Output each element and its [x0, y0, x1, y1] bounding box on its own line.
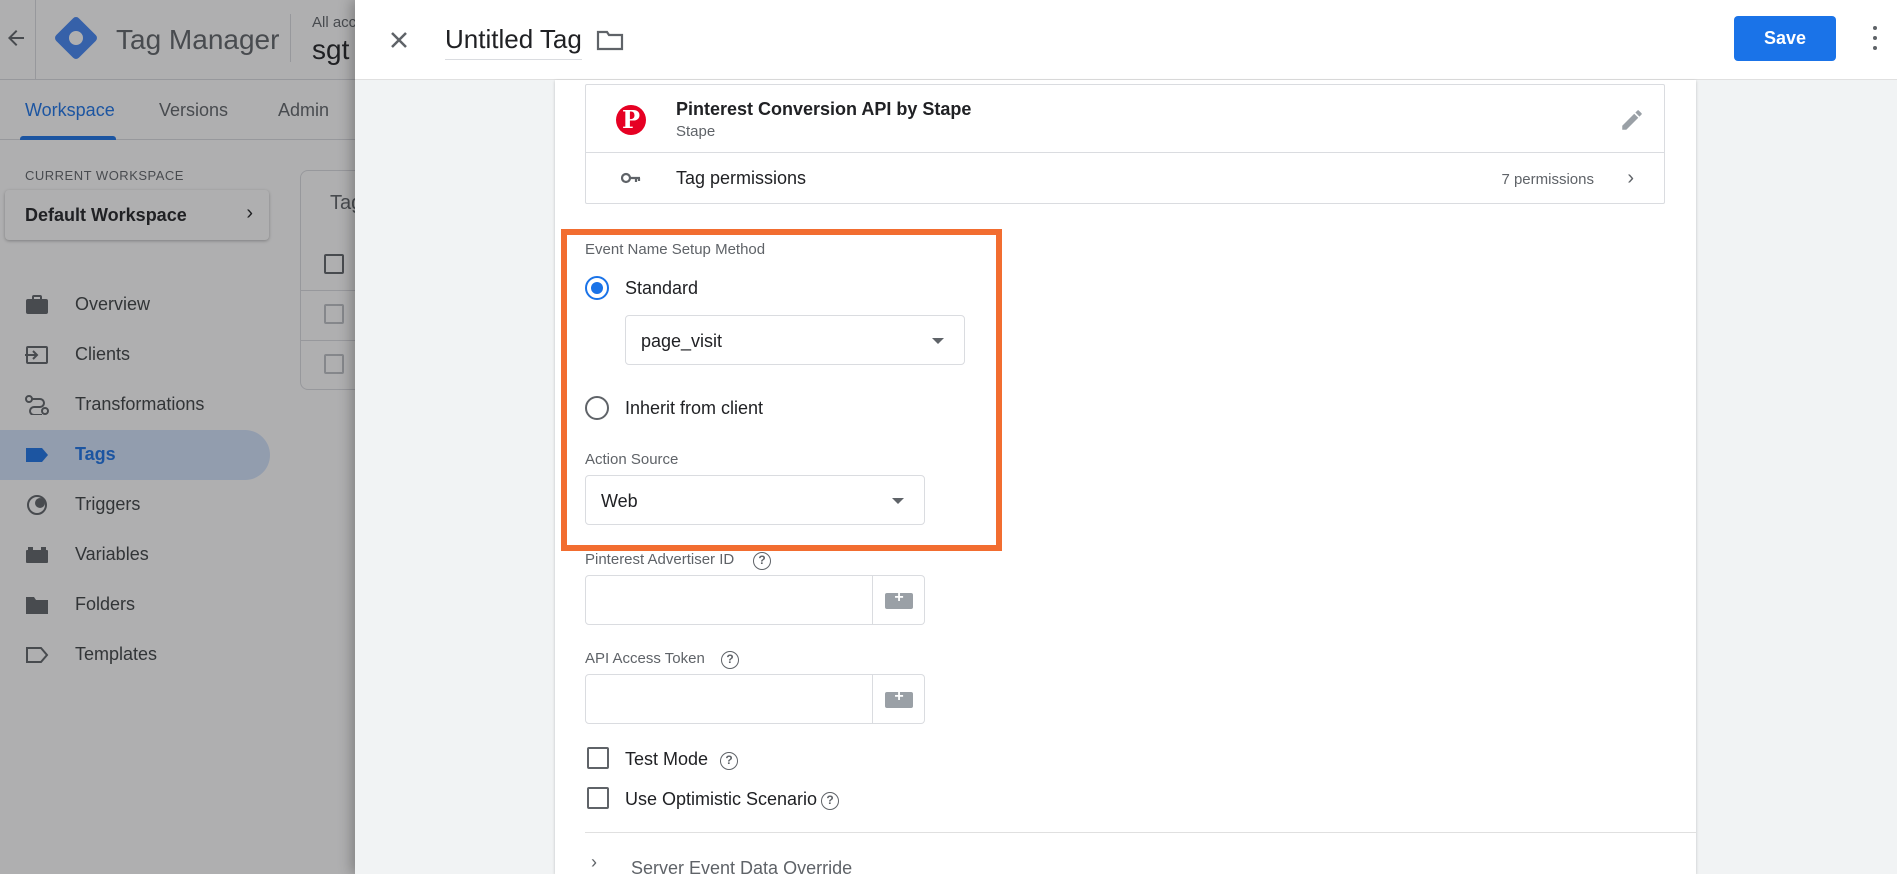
insert-variable-button[interactable]	[873, 575, 925, 625]
close-icon[interactable]	[381, 22, 417, 58]
dropdown-arrow-icon	[932, 338, 944, 344]
tag-name-input[interactable]: Untitled Tag	[445, 24, 582, 60]
template-author: Stape	[676, 123, 716, 140]
pencil-edit-icon[interactable]	[1619, 107, 1645, 133]
action-source-select[interactable]: Web	[585, 475, 925, 525]
advertiser-id-label: Pinterest Advertiser ID	[585, 551, 735, 568]
server-event-override-section[interactable]: Server Event Data Override	[631, 858, 852, 874]
advertiser-id-input[interactable]	[585, 575, 873, 625]
insert-variable-button[interactable]	[873, 674, 925, 724]
radio-standard[interactable]	[585, 276, 609, 300]
standard-event-value: page_visit	[641, 331, 723, 351]
tag-editor-sheet: Untitled Tag Save P Pinterest Conversion…	[355, 0, 1897, 874]
test-mode-checkbox[interactable]	[587, 747, 609, 769]
action-source-label: Action Source	[585, 451, 679, 468]
api-token-input[interactable]	[585, 674, 873, 724]
tag-configuration-panel: P Pinterest Conversion API by Stape Stap…	[555, 80, 1696, 874]
sheet-header: Untitled Tag Save	[355, 0, 1897, 80]
radio-inherit-from-client[interactable]	[585, 396, 609, 420]
help-icon[interactable]: ?	[720, 752, 738, 770]
optimistic-scenario-checkbox[interactable]	[587, 787, 609, 809]
standard-event-select[interactable]: page_visit	[625, 315, 965, 365]
test-mode-label[interactable]: Test Mode	[625, 749, 708, 770]
action-source-value: Web	[601, 491, 638, 511]
optimistic-scenario-label[interactable]: Use Optimistic Scenario	[625, 789, 817, 810]
folder-icon[interactable]	[596, 28, 624, 52]
save-button[interactable]: Save	[1734, 16, 1836, 61]
tag-template-card: P Pinterest Conversion API by Stape Stap…	[585, 84, 1665, 204]
radio-standard-label[interactable]: Standard	[625, 278, 698, 299]
tag-permissions-label: Tag permissions	[676, 168, 807, 188]
pinterest-logo-icon: P	[616, 105, 646, 135]
chevron-right-icon: ›	[1627, 167, 1634, 189]
add-variable-icon	[885, 589, 913, 609]
help-icon[interactable]: ?	[753, 552, 771, 570]
dropdown-arrow-icon	[892, 498, 904, 504]
add-variable-icon	[885, 688, 913, 708]
section-divider	[585, 832, 1696, 833]
event-name-setup-label: Event Name Setup Method	[585, 241, 766, 258]
more-vert-icon[interactable]	[1865, 20, 1885, 60]
help-icon[interactable]: ?	[821, 792, 839, 810]
help-icon[interactable]: ?	[721, 651, 739, 669]
key-icon	[621, 172, 641, 184]
tag-template-row[interactable]: P Pinterest Conversion API by Stape Stap…	[586, 85, 1664, 153]
permissions-count: 7 permissions	[1501, 171, 1594, 188]
radio-inherit-label[interactable]: Inherit from client	[625, 398, 763, 419]
chevron-right-icon[interactable]: ›	[591, 852, 597, 873]
api-token-label: API Access Token	[585, 650, 705, 667]
template-name: Pinterest Conversion API by Stape	[676, 99, 972, 119]
